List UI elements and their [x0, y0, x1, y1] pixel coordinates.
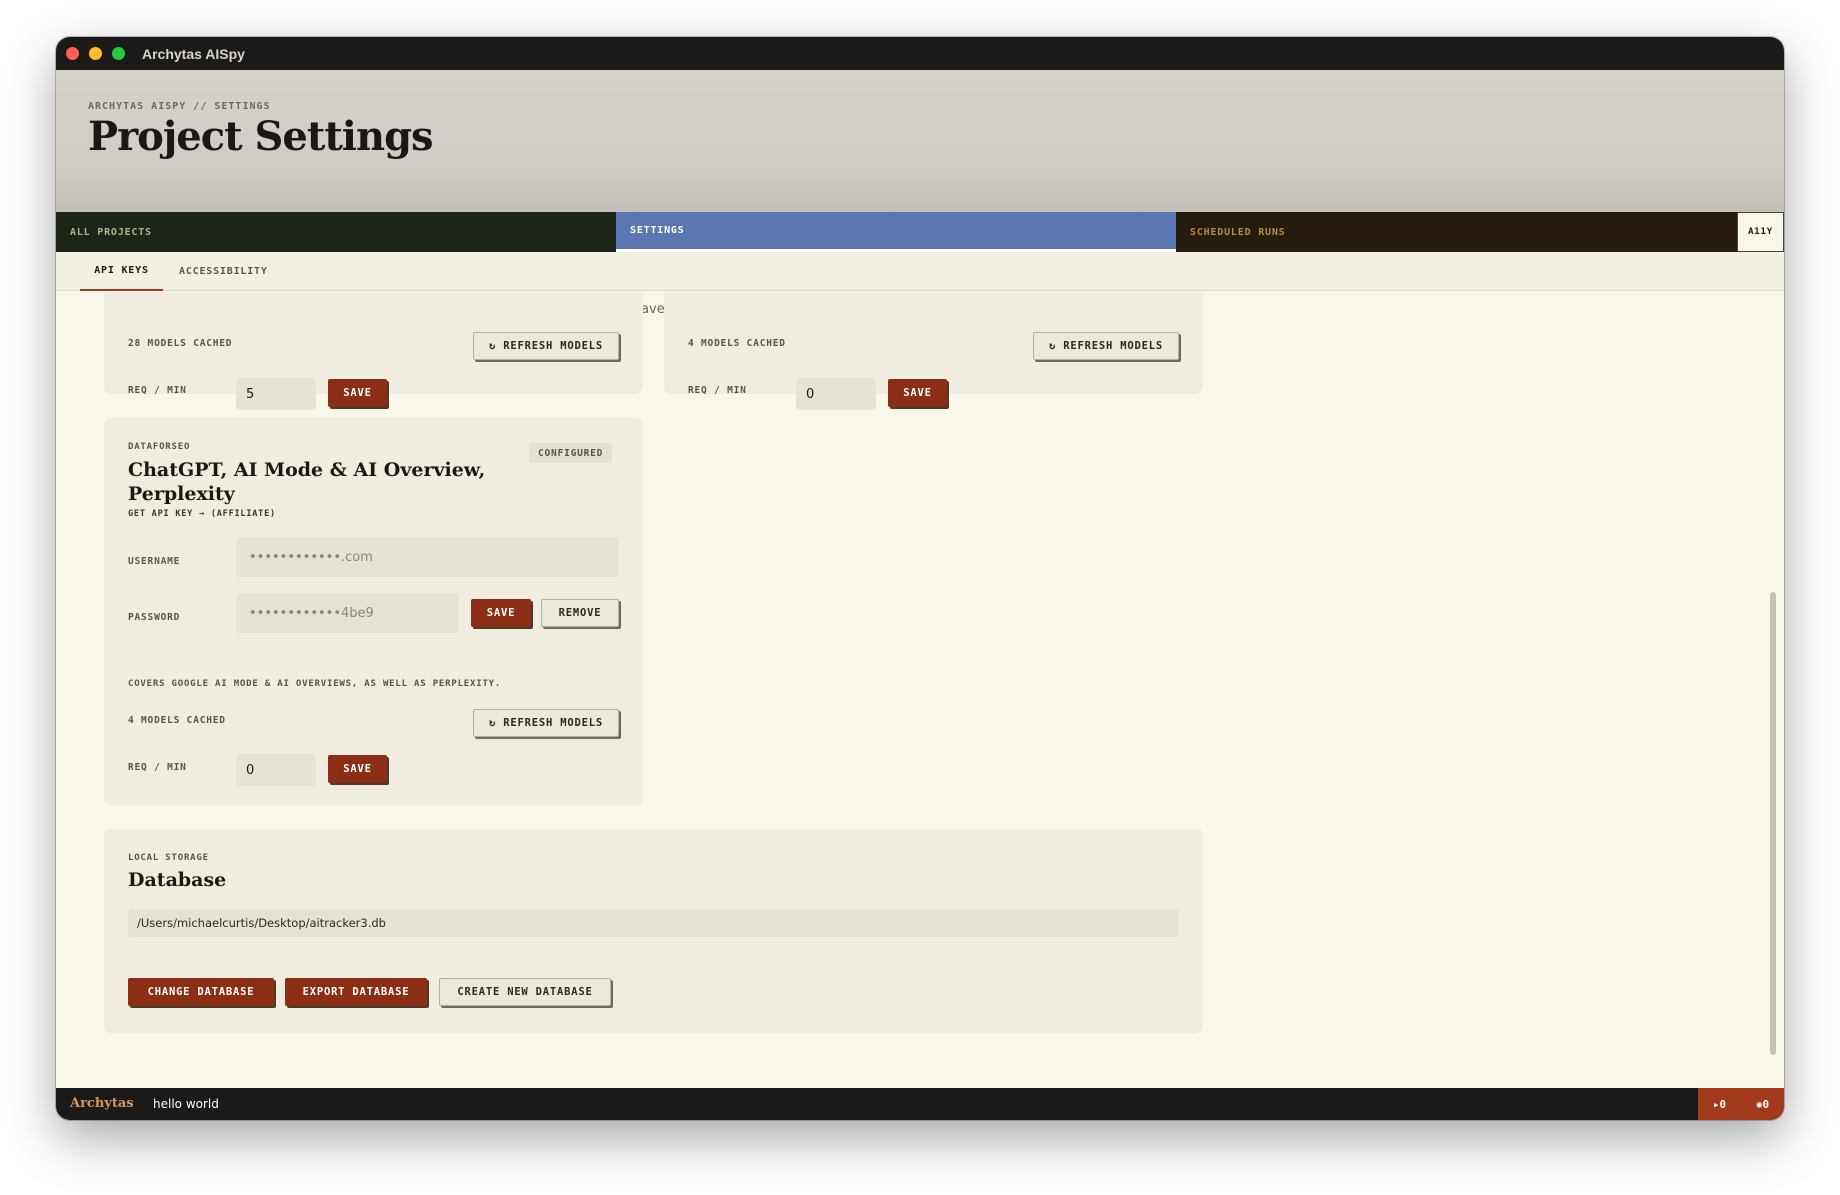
running-count[interactable]: ▸0	[1713, 1098, 1726, 1111]
nav-a11y[interactable]: A11Y	[1737, 212, 1784, 252]
password-field[interactable]: ••••••••••••4be9	[236, 593, 459, 633]
provider-name: DATAFORSEO	[128, 442, 191, 452]
models-cached-count: 4 MODELS CACHED	[128, 715, 226, 726]
database-title: Database	[128, 869, 227, 891]
refresh-models-button[interactable]: ↻ REFRESH MODELS	[473, 332, 619, 360]
save-credentials-button[interactable]: SAVE	[471, 599, 531, 627]
save-rate-button[interactable]: SAVE	[328, 755, 387, 783]
error-count[interactable]: ✺0	[1756, 1098, 1769, 1111]
refresh-models-button[interactable]: ↻ REFRESH MODELS	[473, 709, 619, 737]
page-title: Project Settings	[88, 113, 434, 160]
change-database-button[interactable]: CHANGE DATABASE	[128, 978, 274, 1006]
status-brand: Archytas	[70, 1096, 134, 1111]
req-per-min-label: REQ / MIN	[128, 385, 187, 396]
window-controls	[66, 47, 125, 60]
export-database-button[interactable]: EXPORT DATABASE	[285, 978, 427, 1006]
nav-all-projects[interactable]: ALL PROJECTS	[56, 212, 616, 252]
minimize-window-icon[interactable]	[89, 47, 102, 60]
username-label: USERNAME	[128, 556, 181, 567]
database-path: /Users/michaelcurtis/Desktop/aitracker3.…	[128, 909, 1179, 937]
req-per-min-input[interactable]: 0	[796, 378, 876, 410]
nav-settings[interactable]: SETTINGS	[616, 212, 1176, 252]
provider-title-line1: ChatGPT, AI Mode & AI Overview,	[128, 459, 486, 481]
get-api-key-link[interactable]: GET API KEY → (AFFILIATE)	[128, 509, 276, 519]
coverage-note: COVERS GOOGLE AI MODE & AI OVERVIEWS, AS…	[128, 679, 502, 689]
nav-scheduled-runs[interactable]: SCHEDULED RUNS	[1176, 212, 1737, 252]
password-label: PASSWORD	[128, 612, 181, 623]
tab-accessibility[interactable]: ACCESSIBILITY	[179, 252, 268, 291]
main-nav: ALL PROJECTS SETTINGS SCHEDULED RUNS A11…	[56, 212, 1784, 252]
status-badge: CONFIGURED	[529, 443, 613, 463]
tab-api-keys[interactable]: API KEYS	[80, 252, 163, 291]
status-message: hello world	[153, 1097, 219, 1111]
req-per-min-input[interactable]: 0	[236, 754, 316, 786]
settings-subtabs: API KEYS ACCESSIBILITY	[56, 252, 1784, 291]
breadcrumb: ARCHYTAS AISPY // SETTINGS	[88, 101, 271, 112]
app-window: Archytas AISpy ARCHYTAS AISPY // SETTING…	[56, 37, 1784, 1120]
req-per-min-label: REQ / MIN	[688, 385, 747, 396]
scrollbar-thumb[interactable]	[1770, 592, 1776, 1055]
username-field[interactable]: ••••••••••••.com	[236, 537, 619, 577]
remove-credentials-button[interactable]: REMOVE	[541, 599, 619, 627]
database-kicker: LOCAL STORAGE	[128, 853, 209, 863]
status-counters[interactable]: ▸0 ✺0	[1698, 1088, 1784, 1120]
zoom-window-icon[interactable]	[112, 47, 125, 60]
create-database-button[interactable]: CREATE NEW DATABASE	[439, 978, 611, 1006]
models-cached-count: 28 MODELS CACHED	[128, 338, 233, 349]
save-rate-button[interactable]: SAVE	[888, 379, 947, 407]
models-cached-count: 4 MODELS CACHED	[688, 338, 786, 349]
status-bar: Archytas hello world ▸0 ✺0	[56, 1088, 1784, 1120]
refresh-models-button[interactable]: ↻ REFRESH MODELS	[1033, 332, 1179, 360]
provider-title-line2: Perplexity	[128, 483, 235, 505]
title-bar: Archytas AISpy	[56, 37, 1784, 70]
req-per-min-input[interactable]: 5	[236, 378, 316, 410]
req-per-min-label: REQ / MIN	[128, 762, 187, 773]
save-rate-button[interactable]: SAVE	[328, 379, 387, 407]
close-window-icon[interactable]	[66, 47, 79, 60]
window-title: Archytas AISpy	[142, 45, 245, 62]
